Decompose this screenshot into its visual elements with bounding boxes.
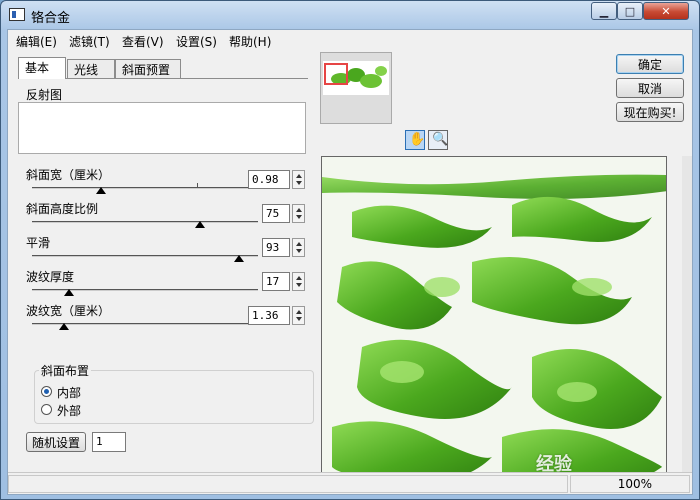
bevel-width-input[interactable]: 0.98 <box>248 170 290 189</box>
bevel-placement-group: 斜面布置 内部 外部 <box>34 362 314 424</box>
outer-label: 外部 <box>57 404 82 418</box>
inner-label: 内部 <box>57 386 82 400</box>
bevel-width-label: 斜面宽（厘米） <box>26 168 111 182</box>
client-area: 编辑(E) 滤镜(T) 查看(V) 设置(S) 帮助(H) 基本 光线 斜面预置… <box>7 29 693 495</box>
cancel-button[interactable]: 取消 <box>616 78 684 98</box>
settings-panel: 基本 光线 斜面预置 反射图 斜面宽（厘米） 0.98 斜面高度比例 75 平滑… <box>8 52 314 466</box>
ripple-thickness-label: 波纹厚度 <box>26 270 75 284</box>
ripple-width-input[interactable]: 1.36 <box>248 306 290 325</box>
close-icon: ✕ <box>661 4 671 18</box>
navigator-thumbnail[interactable] <box>320 52 392 124</box>
ripple-width-spinner[interactable] <box>292 306 305 325</box>
maximize-button[interactable]: □ <box>617 2 643 20</box>
preview-canvas[interactable] <box>321 156 667 494</box>
bevel-height-spinner[interactable] <box>292 204 305 223</box>
bevel-height-track[interactable] <box>32 221 258 223</box>
menu-view[interactable]: 查看(V) <box>122 33 164 50</box>
hand-tool-button[interactable]: ✋ <box>405 130 425 150</box>
maximize-icon: □ <box>624 4 636 18</box>
bevel-width-tick <box>197 183 198 187</box>
app-window: 铬合金 ▁ □ ✕ 编辑(E) 滤镜(T) 查看(V) 设置(S) 帮助(H) … <box>0 0 700 500</box>
bevel-placement-title: 斜面布置 <box>39 362 92 379</box>
preview-scrollbar[interactable] <box>682 156 692 494</box>
outer-radio[interactable] <box>41 404 52 415</box>
ripple-width-label: 波纹宽（厘米） <box>26 304 111 318</box>
bevel-width-track[interactable] <box>32 187 258 189</box>
status-cell-main <box>8 475 568 493</box>
close-button[interactable]: ✕ <box>643 2 689 20</box>
reflection-map-box[interactable] <box>18 102 306 154</box>
bevel-height-thumb[interactable] <box>195 221 205 228</box>
buy-now-button[interactable]: 现在购买! <box>616 102 684 122</box>
tab-light[interactable]: 光线 <box>67 59 115 78</box>
minimize-icon: ▁ <box>599 4 609 18</box>
smooth-spinner[interactable] <box>292 238 305 257</box>
bevel-height-input[interactable]: 75 <box>262 204 290 223</box>
random-settings-button[interactable]: 随机设置 <box>26 432 86 452</box>
window-title: 铬合金 <box>31 11 71 26</box>
bevel-height-label: 斜面高度比例 <box>26 202 99 216</box>
bevel-width-spinner[interactable] <box>292 170 305 189</box>
ok-button[interactable]: 确定 <box>616 54 684 74</box>
thumbnail-viewport[interactable] <box>324 63 348 85</box>
title-bar[interactable]: 铬合金 ▁ □ ✕ <box>1 1 699 29</box>
menu-filter[interactable]: 滤镜(T) <box>69 33 110 50</box>
random-seed-input[interactable]: 1 <box>92 432 126 452</box>
zoom-level: 100% <box>617 477 652 491</box>
inner-radio[interactable] <box>41 386 52 397</box>
menu-settings[interactable]: 设置(S) <box>176 33 217 50</box>
ripple-width-thumb[interactable] <box>59 323 69 330</box>
zoom-tool-button[interactable]: 🔍 <box>428 130 448 150</box>
ripple-thickness-input[interactable]: 17 <box>262 272 290 291</box>
bevel-width-thumb[interactable] <box>96 187 106 194</box>
tab-bevel-presets[interactable]: 斜面预置 <box>115 59 181 78</box>
reflection-map-label: 反射图 <box>26 88 63 102</box>
smooth-label: 平滑 <box>26 236 51 250</box>
app-window-icon <box>9 8 25 21</box>
menu-bar: 编辑(E) 滤镜(T) 查看(V) 设置(S) 帮助(H) <box>8 30 692 50</box>
magnifier-icon: 🔍 <box>432 132 449 147</box>
tab-basic[interactable]: 基本 <box>18 57 66 79</box>
minimize-button[interactable]: ▁ <box>591 2 617 20</box>
menu-edit[interactable]: 编辑(E) <box>16 33 57 50</box>
ripple-thickness-thumb[interactable] <box>64 289 74 296</box>
menu-help[interactable]: 帮助(H) <box>229 33 271 50</box>
smooth-thumb[interactable] <box>234 255 244 262</box>
hand-icon: ✋ <box>409 132 426 147</box>
status-bar: 100% <box>8 472 692 494</box>
smooth-input[interactable]: 93 <box>262 238 290 257</box>
ripple-thickness-spinner[interactable] <box>292 272 305 291</box>
smooth-track[interactable] <box>32 255 258 257</box>
